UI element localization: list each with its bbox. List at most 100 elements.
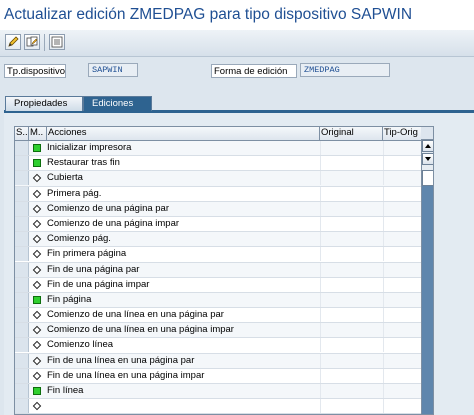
overview-button[interactable] — [49, 34, 65, 50]
original-cell[interactable] — [320, 171, 383, 186]
row-selector[interactable] — [15, 399, 29, 414]
scroll-thumb[interactable] — [422, 170, 433, 186]
table-row[interactable]: Fin de una línea en una página impar — [15, 368, 422, 384]
original-cell[interactable] — [320, 323, 383, 338]
table-row[interactable]: Inicializar impresora — [15, 141, 422, 157]
tip-orig-cell[interactable] — [383, 292, 422, 307]
action-cell[interactable]: Comienzo de una línea en una página impa… — [47, 323, 319, 337]
original-cell[interactable] — [320, 308, 383, 323]
table-row[interactable]: Fin de una página par — [15, 262, 422, 278]
table-row[interactable]: Restaurar tras fin — [15, 156, 422, 172]
row-selector[interactable] — [15, 201, 29, 216]
row-selector[interactable] — [15, 216, 29, 231]
tip-orig-cell[interactable] — [383, 201, 422, 216]
row-selector[interactable] — [15, 338, 29, 353]
action-cell[interactable]: Fin primera página — [47, 247, 319, 261]
action-cell[interactable]: Restaurar tras fin — [47, 156, 319, 170]
column-header-status[interactable]: S.. — [15, 127, 29, 140]
table-row[interactable]: Fin línea — [15, 384, 422, 400]
row-selector[interactable] — [15, 323, 29, 338]
row-selector[interactable] — [15, 247, 29, 262]
original-cell[interactable] — [320, 156, 383, 171]
original-cell[interactable] — [320, 216, 383, 231]
original-cell[interactable] — [320, 141, 383, 155]
table-row[interactable]: Comienzo pág. — [15, 232, 422, 248]
action-cell[interactable]: Comienzo línea — [47, 338, 319, 352]
table-row[interactable]: Cubierta — [15, 171, 421, 187]
row-selector[interactable] — [15, 171, 29, 186]
tip-orig-cell[interactable] — [383, 384, 422, 398]
column-header-acciones[interactable]: Acciones — [47, 127, 320, 140]
original-cell[interactable] — [320, 292, 383, 307]
action-cell[interactable]: Fin de una línea en una página impar — [47, 369, 319, 383]
tip-orig-cell[interactable] — [383, 353, 422, 368]
action-cell[interactable]: Fin línea — [47, 384, 319, 398]
original-cell[interactable] — [320, 277, 383, 292]
tip-orig-cell[interactable] — [383, 232, 422, 247]
edit-button[interactable] — [5, 34, 21, 50]
action-cell[interactable]: Primera pág. — [47, 187, 319, 201]
table-row[interactable]: Fin primera página — [15, 247, 422, 263]
tip-orig-cell[interactable] — [383, 277, 422, 292]
action-cell[interactable]: Fin página — [47, 293, 319, 307]
tip-orig-cell[interactable] — [383, 338, 422, 353]
original-cell[interactable] — [320, 399, 383, 414]
row-selector[interactable] — [15, 186, 29, 201]
table-row[interactable]: Fin de una página impar — [15, 277, 422, 293]
original-cell[interactable] — [320, 186, 383, 201]
tip-orig-cell[interactable] — [383, 308, 422, 323]
tip-orig-cell[interactable] — [383, 262, 422, 277]
original-cell[interactable] — [320, 353, 383, 368]
table-row[interactable] — [15, 399, 421, 414]
original-cell[interactable] — [320, 338, 383, 353]
action-cell[interactable]: Comienzo de una línea en una página par — [47, 308, 319, 322]
original-cell[interactable] — [320, 262, 383, 277]
original-cell[interactable] — [320, 368, 383, 383]
scroll-up-button[interactable] — [422, 140, 433, 152]
tip-orig-cell[interactable] — [383, 323, 422, 338]
action-cell[interactable]: Fin de una página par — [47, 263, 319, 277]
row-selector[interactable] — [15, 277, 29, 292]
row-selector[interactable] — [15, 353, 29, 368]
tab-propiedades[interactable]: Propiedades — [5, 96, 83, 111]
action-cell[interactable]: Inicializar impresora — [47, 141, 319, 155]
row-selector[interactable] — [15, 308, 29, 323]
row-selector[interactable] — [15, 156, 29, 171]
tab-ediciones[interactable]: Ediciones — [83, 96, 152, 111]
table-row[interactable]: Fin de una línea en una página par — [15, 353, 422, 369]
tip-orig-cell[interactable] — [383, 186, 422, 201]
print-format-field[interactable]: ZMEDPAG — [300, 63, 390, 77]
device-type-field[interactable]: SAPWIN — [88, 63, 138, 77]
row-selector[interactable] — [15, 384, 29, 398]
scroll-down-button[interactable] — [422, 153, 433, 165]
vertical-scrollbar[interactable] — [421, 140, 433, 414]
action-cell[interactable] — [47, 399, 319, 413]
table-row[interactable]: Comienzo de una línea en una página par — [15, 308, 422, 324]
table-row[interactable]: Comienzo de una página par — [15, 201, 422, 217]
row-selector[interactable] — [15, 262, 29, 277]
original-cell[interactable] — [320, 247, 383, 262]
column-header-m[interactable]: M.. — [29, 127, 47, 140]
tip-orig-cell[interactable] — [383, 368, 422, 383]
original-cell[interactable] — [320, 201, 383, 216]
tip-orig-cell[interactable] — [383, 141, 422, 155]
table-row[interactable]: Comienzo línea — [15, 338, 422, 354]
action-cell[interactable]: Comienzo de una página par — [47, 202, 319, 216]
display-change-button[interactable] — [24, 34, 40, 50]
scroll-track[interactable] — [422, 186, 433, 414]
action-cell[interactable]: Comienzo pág. — [47, 232, 319, 246]
table-row[interactable]: Comienzo de una página impar — [15, 216, 421, 233]
tip-orig-cell[interactable] — [383, 399, 422, 414]
original-cell[interactable] — [320, 384, 383, 398]
tip-orig-cell[interactable] — [383, 156, 422, 171]
action-cell[interactable]: Cubierta — [47, 171, 319, 185]
table-row[interactable]: Comienzo de una línea en una página impa… — [15, 323, 422, 339]
tip-orig-cell[interactable] — [383, 247, 422, 262]
row-selector[interactable] — [15, 368, 29, 383]
table-row[interactable]: Fin página — [15, 292, 422, 309]
action-cell[interactable]: Fin de una línea en una página par — [47, 354, 319, 368]
action-cell[interactable]: Fin de una página impar — [47, 278, 319, 292]
row-selector[interactable] — [15, 141, 29, 155]
original-cell[interactable] — [320, 232, 383, 247]
row-selector[interactable] — [15, 232, 29, 247]
